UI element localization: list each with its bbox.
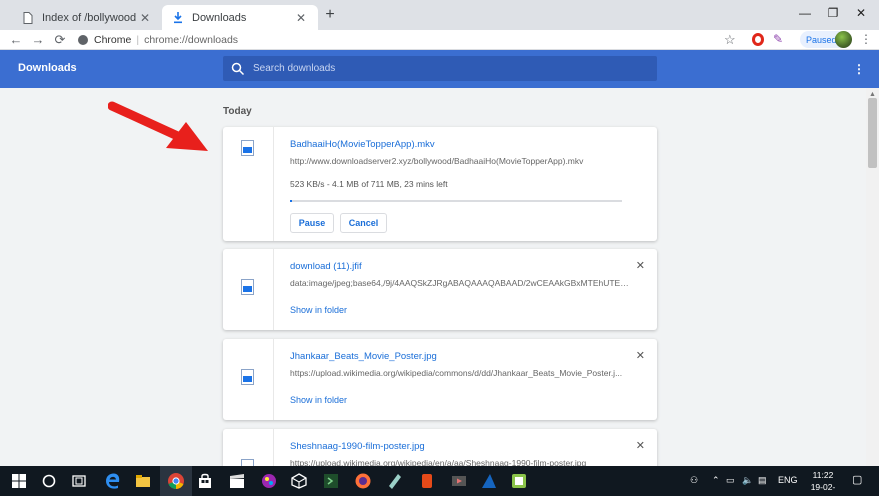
- chrome-page-icon: [78, 35, 88, 45]
- media-player-icon[interactable]: [450, 472, 468, 490]
- firefox-icon[interactable]: [354, 472, 372, 490]
- close-tab-icon[interactable]: ✕: [294, 11, 308, 25]
- clock-time: 11:22: [812, 470, 834, 480]
- image-file-icon: [241, 279, 254, 295]
- red-arrow-annotation: [108, 101, 208, 151]
- cortana-icon[interactable]: [40, 472, 58, 490]
- chrome-menu-icon[interactable]: ⋮: [860, 32, 872, 46]
- volume-icon[interactable]: 🔈: [742, 475, 753, 486]
- page-title: Downloads: [18, 62, 77, 74]
- file-icon-column: [223, 249, 274, 330]
- address-bar[interactable]: Chrome | chrome://downloads: [78, 31, 738, 49]
- file-icon-column: [223, 339, 274, 420]
- downloads-toolbar: Downloads ⋮: [0, 50, 879, 88]
- windows-start-icon[interactable]: [10, 472, 28, 490]
- url-text: chrome://downloads: [144, 34, 239, 46]
- utility-app-icon[interactable]: [510, 472, 528, 490]
- network-icon[interactable]: ▤: [758, 475, 767, 486]
- code-editor-icon[interactable]: [322, 472, 340, 490]
- site-label: Chrome: [94, 34, 132, 46]
- file-name-link[interactable]: Sheshnaag-1990-film-poster.jpg: [290, 441, 425, 452]
- source-url-link[interactable]: http://www.downloadserver2.xyz/bollywood…: [290, 156, 630, 166]
- scrollbar[interactable]: ▲: [866, 88, 879, 466]
- tab-index-bollywood[interactable]: Index of /bollywood ✕: [12, 5, 162, 30]
- pen-extension-icon[interactable]: ✎: [773, 32, 783, 46]
- remove-item-icon[interactable]: ✕: [636, 259, 645, 272]
- download-status: 523 KB/s - 4.1 MB of 711 MB, 23 mins lef…: [290, 179, 448, 189]
- show-in-folder-link[interactable]: Show in folder: [290, 395, 347, 405]
- download-icon: [172, 11, 184, 24]
- cancel-button[interactable]: Cancel: [340, 213, 387, 233]
- profile-status: Paused: [806, 34, 837, 45]
- opera-extension-icon[interactable]: [752, 33, 764, 46]
- page-icon: [22, 11, 34, 24]
- tab-downloads[interactable]: Downloads ✕: [162, 5, 318, 30]
- task-view-icon[interactable]: [70, 472, 88, 490]
- avatar: [835, 31, 852, 48]
- source-url-link[interactable]: https://upload.wikimedia.org/wikipedia/e…: [290, 458, 630, 466]
- source-url-link[interactable]: data:image/jpeg;base64,/9j/4AAQSkZJRgABA…: [290, 278, 630, 288]
- notification-icon[interactable]: ▢: [852, 473, 862, 486]
- download-item-active: BadhaaiHo(MovieTopperApp).mkv http://www…: [223, 127, 657, 241]
- maximize-button[interactable]: ❐: [823, 6, 843, 20]
- pause-button[interactable]: Pause: [290, 213, 334, 233]
- progress-fill: [290, 200, 292, 202]
- tab-title: Downloads: [192, 11, 247, 24]
- bookmark-star-icon[interactable]: ☆: [724, 32, 736, 48]
- browser-toolbar: ← → ⟳ Chrome | chrome://downloads ☆ ✎ Pa…: [0, 30, 879, 50]
- tab-title: Index of /bollywood: [42, 11, 137, 24]
- show-hidden-icons[interactable]: ⌃: [712, 475, 720, 486]
- media-clapper-icon[interactable]: [228, 472, 246, 490]
- windows-taskbar: ⚇ ⌃ ▭ 🔈 ▤ ENG 11:22 19-02-2019 ▢: [0, 466, 879, 496]
- chrome-icon[interactable]: [167, 472, 185, 490]
- scrollbar-thumb[interactable]: [868, 98, 877, 168]
- battery-icon[interactable]: ▭: [726, 475, 735, 486]
- people-icon[interactable]: ⚇: [690, 475, 698, 486]
- remove-item-icon[interactable]: ✕: [636, 349, 645, 362]
- language-indicator[interactable]: ENG: [778, 475, 798, 485]
- tab-strip: Index of /bollywood ✕ Downloads ✕ + — ❐ …: [0, 0, 879, 30]
- profile-button[interactable]: Paused: [800, 31, 852, 48]
- notes-app-icon[interactable]: [386, 472, 404, 490]
- close-window-button[interactable]: ✕: [851, 6, 871, 20]
- image-file-icon: [241, 369, 254, 385]
- search-box[interactable]: [223, 56, 657, 81]
- more-actions-icon[interactable]: ⋮: [853, 62, 865, 76]
- remove-item-icon[interactable]: ✕: [636, 439, 645, 452]
- 3d-object-icon[interactable]: [290, 472, 308, 490]
- close-tab-icon[interactable]: ✕: [138, 11, 152, 25]
- reload-icon[interactable]: ⟳: [52, 32, 68, 48]
- file-name-link[interactable]: download (11).jfif: [290, 261, 362, 272]
- system-clock[interactable]: 11:22 19-02-2019: [803, 469, 843, 496]
- section-label: Today: [223, 106, 252, 117]
- downloads-list-area: Today BadhaaiHo(MovieTopperApp).mkv http…: [0, 88, 866, 466]
- file-name-link[interactable]: Jhankaar_Beats_Movie_Poster.jpg: [290, 351, 437, 362]
- show-in-folder-link[interactable]: Show in folder: [290, 305, 347, 315]
- download-item: download (11).jfif data:image/jpeg;base6…: [223, 249, 657, 330]
- blue-app-icon[interactable]: [480, 472, 498, 490]
- red-app-icon[interactable]: [418, 472, 436, 490]
- edge-browser-icon[interactable]: [104, 472, 122, 490]
- paint-app-icon[interactable]: [260, 472, 278, 490]
- file-icon: [241, 140, 254, 156]
- scroll-up-icon[interactable]: ▲: [869, 91, 876, 98]
- search-icon: [231, 62, 245, 75]
- file-icon-column: [223, 127, 274, 241]
- forward-arrow-icon[interactable]: →: [30, 32, 46, 48]
- new-tab-button[interactable]: +: [322, 7, 338, 24]
- store-icon[interactable]: [196, 472, 214, 490]
- file-name-link[interactable]: BadhaaiHo(MovieTopperApp).mkv: [290, 139, 435, 150]
- minimize-button[interactable]: —: [795, 6, 815, 20]
- image-file-icon: [241, 459, 254, 466]
- progress-bar: [290, 200, 622, 202]
- back-arrow-icon[interactable]: ←: [8, 32, 24, 48]
- file-icon-column: [223, 429, 274, 466]
- download-item: Sheshnaag-1990-film-poster.jpg https://u…: [223, 429, 657, 466]
- omnibox-separator: |: [136, 34, 140, 46]
- clock-date: 19-02-2019: [810, 482, 836, 496]
- download-item: Jhankaar_Beats_Movie_Poster.jpg https://…: [223, 339, 657, 420]
- file-explorer-icon[interactable]: [134, 472, 152, 490]
- search-input[interactable]: [253, 63, 633, 74]
- source-url-link[interactable]: https://upload.wikimedia.org/wikipedia/c…: [290, 368, 630, 378]
